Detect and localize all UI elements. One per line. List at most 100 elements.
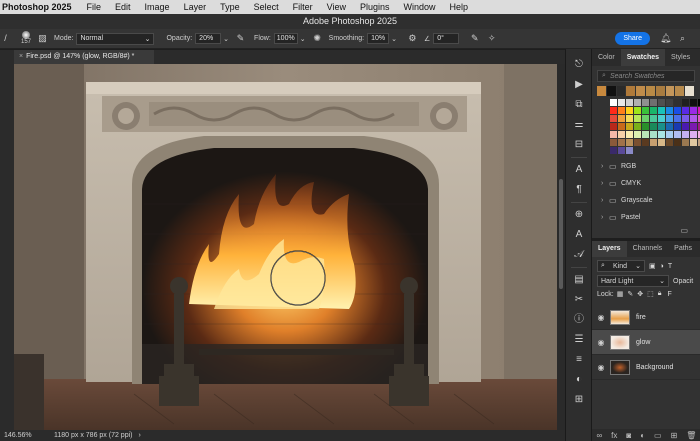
lock-all-icon[interactable]: 🔒︎	[658, 290, 662, 298]
character-icon[interactable]: A	[566, 160, 592, 180]
swatch[interactable]	[642, 115, 649, 122]
recent-swatch[interactable]	[665, 86, 675, 96]
swatch[interactable]	[618, 139, 625, 146]
swatch[interactable]	[634, 107, 641, 114]
scrollbar-thumb[interactable]	[559, 179, 563, 289]
swatch[interactable]	[626, 99, 633, 106]
swatch[interactable]	[610, 147, 617, 154]
menu-filter[interactable]: Filter	[286, 2, 320, 12]
swatch[interactable]	[666, 99, 673, 106]
tab-layers[interactable]: Layers	[592, 241, 627, 257]
link-layers-icon[interactable]: ∞	[596, 431, 602, 440]
channels-icon[interactable]: ≡	[566, 350, 592, 370]
tab-paths[interactable]: Paths	[668, 241, 698, 257]
swatch[interactable]	[610, 123, 617, 130]
recent-swatch[interactable]	[645, 86, 655, 96]
swatch[interactable]	[634, 99, 641, 106]
swatch[interactable]	[642, 131, 649, 138]
swatch[interactable]	[674, 99, 681, 106]
swatch[interactable]	[682, 123, 689, 130]
swatch[interactable]	[626, 147, 633, 154]
type-icon[interactable]: A	[566, 225, 592, 245]
swatches-search[interactable]: ⌕ Search Swatches	[597, 70, 695, 82]
brush-tool-icon[interactable]: /	[0, 33, 11, 44]
tab-swatches[interactable]: Swatches	[620, 49, 666, 66]
menu-edit[interactable]: Edit	[108, 2, 138, 12]
swatch[interactable]	[650, 123, 657, 130]
share-button[interactable]: Share	[615, 32, 650, 45]
paragraph-icon[interactable]: ¶	[566, 180, 592, 200]
swatch[interactable]	[658, 115, 665, 122]
layer-mask-icon[interactable]: ◙	[626, 431, 631, 440]
chevron-right-icon[interactable]: ›	[138, 432, 140, 439]
menu-help[interactable]: Help	[443, 2, 476, 12]
swatch[interactable]	[658, 107, 665, 114]
swatch-folder-pastel[interactable]: › ▭ Pastel	[592, 209, 700, 226]
swatch[interactable]	[682, 99, 689, 106]
swatch-folder-grayscale[interactable]: › ▭ Grayscale	[592, 192, 700, 209]
swatch[interactable]	[618, 115, 625, 122]
swatch[interactable]	[658, 99, 665, 106]
info-icon[interactable]: ⓘ	[566, 310, 592, 330]
swatch[interactable]	[682, 139, 689, 146]
swatch[interactable]	[610, 131, 617, 138]
recent-swatch[interactable]	[675, 86, 685, 96]
swatch[interactable]	[682, 131, 689, 138]
swatch[interactable]	[610, 115, 617, 122]
swatch[interactable]	[626, 131, 633, 138]
swatch[interactable]	[610, 99, 617, 106]
lock-pixels-icon[interactable]: ✎	[627, 290, 633, 298]
swatch[interactable]	[634, 115, 641, 122]
angle-input[interactable]: 0°	[433, 33, 460, 44]
swatch[interactable]	[642, 99, 649, 106]
new-layer-icon[interactable]: ⊞	[671, 431, 678, 440]
chevron-down-icon[interactable]: ⌄	[391, 35, 397, 43]
image-filter-icon[interactable]: ▣	[649, 262, 656, 270]
swatch[interactable]	[650, 99, 657, 106]
swatch[interactable]	[618, 99, 625, 106]
menu-view[interactable]: View	[320, 2, 353, 12]
close-icon[interactable]: ×	[19, 53, 23, 60]
brush-preset-picker[interactable]: 157	[21, 31, 31, 46]
layer-row-background[interactable]: ◉ Background	[592, 355, 700, 380]
glyphs-icon[interactable]: ⊕	[566, 205, 592, 225]
swatch[interactable]	[674, 139, 681, 146]
menu-type[interactable]: Type	[213, 2, 247, 12]
document-tab[interactable]: × Fire.psd @ 147% (glow, RGB/8#) *	[14, 50, 154, 64]
tab-color[interactable]: Color	[592, 49, 621, 66]
tool-presets-icon[interactable]: ▤	[566, 270, 592, 290]
swatch[interactable]	[650, 131, 657, 138]
swatch[interactable]	[674, 123, 681, 130]
recent-swatch[interactable]	[655, 86, 665, 96]
swatch[interactable]	[650, 139, 657, 146]
layer-style-icon[interactable]: fx	[611, 431, 617, 440]
swatch[interactable]	[666, 115, 673, 122]
layer-row-fire[interactable]: ◉ fire	[592, 305, 700, 330]
swatch[interactable]	[682, 115, 689, 122]
swatch[interactable]	[634, 131, 641, 138]
zoom-level[interactable]: 146.56%	[0, 432, 48, 439]
menu-image[interactable]: Image	[138, 2, 177, 12]
swatch[interactable]	[690, 123, 697, 130]
play-icon[interactable]: ▶	[566, 75, 592, 95]
swatch[interactable]	[650, 107, 657, 114]
search-icon[interactable]: ⌕	[680, 33, 685, 44]
swatch[interactable]	[666, 107, 673, 114]
blend-mode-select[interactable]: Hard Light ⌄	[597, 275, 669, 287]
adjustment-filter-icon[interactable]: ◑	[660, 263, 664, 270]
menu-select[interactable]: Select	[247, 2, 286, 12]
swatch[interactable]	[658, 131, 665, 138]
layer-row-glow[interactable]: ◉ glow	[592, 330, 700, 355]
swatch[interactable]	[618, 123, 625, 130]
symmetry-icon[interactable]: ✧	[486, 33, 497, 44]
app-menu[interactable]: Photoshop 2025	[0, 2, 80, 12]
swatch[interactable]	[642, 123, 649, 130]
properties-icon[interactable]: ⊟	[566, 135, 592, 155]
type-filter-icon[interactable]: T	[668, 263, 672, 270]
swatch[interactable]	[618, 131, 625, 138]
chevron-down-icon[interactable]: ⌄	[300, 35, 306, 43]
swatch[interactable]	[634, 139, 641, 146]
navigator-icon[interactable]: ☰	[566, 330, 592, 350]
recent-swatch[interactable]	[636, 86, 645, 96]
recent-swatch[interactable]	[616, 86, 626, 96]
